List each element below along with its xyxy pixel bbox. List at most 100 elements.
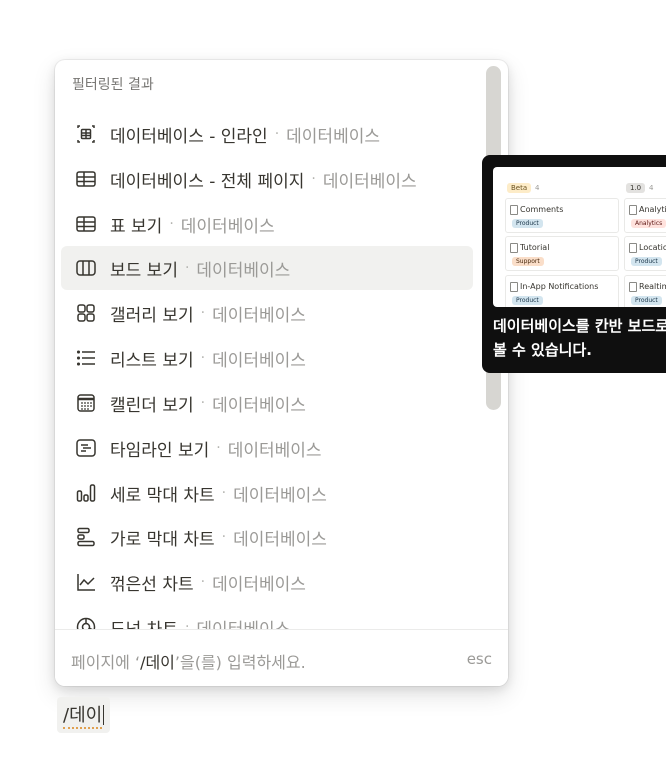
calendar-icon bbox=[74, 391, 98, 415]
item-subtitle: 데이터베이스 bbox=[286, 126, 380, 147]
preview-card-tag: Analytics bbox=[631, 219, 666, 228]
preview-card-title: Comments bbox=[520, 205, 564, 214]
menu-item-list-view[interactable]: 리스트 보기 · 데이터베이스 bbox=[61, 336, 473, 380]
item-title: 가로 막대 차트 bbox=[110, 529, 215, 550]
hint-prefix: 페이지에 ‘ bbox=[71, 653, 141, 672]
menu-item-horizontal-bar-chart[interactable]: 가로 막대 차트 · 데이터베이스 bbox=[61, 515, 473, 559]
line-chart-icon bbox=[74, 570, 98, 594]
separator-dot: · bbox=[200, 305, 206, 321]
item-title: 꺾은선 차트 bbox=[110, 574, 194, 595]
item-subtitle: 데이터베이스 bbox=[196, 260, 291, 281]
item-subtitle: 데이터베이스 bbox=[196, 615, 290, 630]
menu-item-donut-chart[interactable]: 도넛 차트 · 데이터베이스 bbox=[61, 605, 473, 629]
separator-dot: · bbox=[184, 619, 190, 629]
menu-item-vertical-bar-chart[interactable]: 세로 막대 차트 · 데이터베이스 bbox=[61, 471, 473, 515]
preview-card-title: Tutorial bbox=[520, 243, 550, 252]
separator-dot: · bbox=[221, 485, 227, 501]
preview-card: In-App Notifications Product bbox=[505, 275, 619, 307]
slash-command-menu: 필터링된 결과 데이터베이스 - 인라인 · 데이터베이스 데이터베이스 - 전… bbox=[55, 60, 508, 686]
preview-card: Tutorial Support bbox=[505, 236, 619, 271]
list-icon bbox=[74, 346, 98, 370]
item-title: 데이터베이스 - 전체 페이지 bbox=[110, 171, 305, 192]
inline-database-icon bbox=[74, 122, 98, 146]
item-title: 보드 보기 bbox=[110, 260, 178, 281]
preview-card-title: Location bbox=[639, 243, 666, 252]
table-icon bbox=[74, 212, 98, 236]
item-subtitle: 데이터베이스 bbox=[212, 350, 306, 371]
item-subtitle: 데이터베이스 bbox=[180, 216, 275, 237]
item-subtitle: 데이터베이스 bbox=[212, 305, 306, 326]
hint-suffix: ’을(를) 입력하세요. bbox=[174, 653, 306, 672]
tooltip-caption: 데이터베이스를 칸반 보드로 볼 수 있습니다. bbox=[493, 317, 666, 359]
typed-text: /데이 bbox=[63, 701, 103, 729]
page-icon bbox=[629, 243, 637, 253]
item-title: 리스트 보기 bbox=[110, 350, 194, 371]
item-subtitle: 데이터베이스 bbox=[212, 574, 306, 595]
menu-item-gallery-view[interactable]: 갤러리 보기 · 데이터베이스 bbox=[61, 291, 473, 335]
item-title: 타임라인 보기 bbox=[110, 440, 210, 461]
vertical-bar-chart-icon bbox=[74, 481, 98, 505]
menu-item-line-chart[interactable]: 꺾은선 차트 · 데이터베이스 bbox=[61, 560, 473, 604]
item-subtitle: 데이터베이스 bbox=[233, 485, 327, 506]
separator-dot: · bbox=[311, 171, 316, 187]
esc-button[interactable]: esc bbox=[467, 650, 492, 668]
preview-card-title: In-App Notifications bbox=[520, 282, 599, 291]
menu-item-table-view[interactable]: 표 보기 · 데이터베이스 bbox=[61, 202, 473, 246]
item-title: 세로 막대 차트 bbox=[110, 485, 215, 506]
item-subtitle: 데이터베이스 bbox=[322, 171, 417, 192]
separator-dot: · bbox=[200, 395, 206, 411]
item-subtitle: 데이터베이스 bbox=[227, 440, 322, 461]
preview-card-tag: Product bbox=[512, 219, 543, 228]
preview-card-title: Realtime bbox=[639, 282, 666, 291]
preview-card-tag: Product bbox=[512, 296, 543, 305]
preview-card: Analytics Analytics bbox=[624, 198, 666, 233]
preview-column-tag: 1.0 bbox=[626, 183, 646, 193]
preview-card-tag: Product bbox=[631, 296, 662, 305]
item-title: 갤러리 보기 bbox=[110, 305, 194, 326]
table-icon bbox=[74, 167, 98, 191]
hint-query: /데이 bbox=[140, 653, 175, 672]
menu-item-board-view[interactable]: 보드 보기 · 데이터베이스 bbox=[61, 246, 473, 290]
menu-item-timeline-view[interactable]: 타임라인 보기 · 데이터베이스 bbox=[61, 426, 473, 470]
text-caret bbox=[103, 705, 105, 725]
preview-card: Realtime Product bbox=[624, 275, 666, 307]
footer-hint: 페이지에 ‘/데이’을(를) 입력하세요. bbox=[71, 649, 306, 673]
donut-chart-icon bbox=[74, 615, 98, 629]
preview-card-title: Analytics bbox=[639, 205, 666, 214]
separator-dot: · bbox=[216, 440, 221, 456]
board-view-preview-tooltip: Beta 4 1.0 4 Comments Product Analytics … bbox=[482, 155, 666, 373]
item-title: 캘린더 보기 bbox=[110, 395, 194, 416]
menu-item-database-inline[interactable]: 데이터베이스 - 인라인 · 데이터베이스 bbox=[61, 112, 473, 156]
separator-dot: · bbox=[200, 574, 206, 590]
page-icon bbox=[629, 282, 637, 292]
separator-dot: · bbox=[200, 350, 206, 366]
preview-column-count: 4 bbox=[649, 184, 654, 192]
menu-item-database-fullpage[interactable]: 데이터베이스 - 전체 페이지 · 데이터베이스 bbox=[61, 157, 473, 201]
section-label: 필터링된 결과 bbox=[72, 77, 154, 93]
item-subtitle: 데이터베이스 bbox=[233, 529, 327, 550]
separator-dot: · bbox=[274, 126, 280, 142]
preview-column-tag: Beta bbox=[507, 183, 532, 193]
preview-column-count: 4 bbox=[535, 184, 540, 192]
editor-typed-text[interactable]: /데이 bbox=[57, 697, 111, 733]
horizontal-bar-chart-icon bbox=[74, 525, 98, 549]
item-title: 데이터베이스 - 인라인 bbox=[110, 126, 268, 147]
preview-card: Comments Product bbox=[505, 198, 619, 233]
page-icon bbox=[510, 282, 518, 292]
preview-card: Location Product bbox=[624, 236, 666, 271]
separator-dot: · bbox=[184, 260, 190, 276]
menu-footer: 페이지에 ‘/데이’을(를) 입력하세요. esc bbox=[55, 629, 508, 686]
preview-card-tag: Product bbox=[631, 257, 662, 266]
separator-dot: · bbox=[169, 216, 174, 232]
item-title: 표 보기 bbox=[110, 216, 163, 237]
separator-dot: · bbox=[221, 529, 227, 545]
board-icon bbox=[74, 256, 98, 280]
menu-items: 데이터베이스 - 인라인 · 데이터베이스 데이터베이스 - 전체 페이지 · … bbox=[55, 105, 485, 629]
board-preview-image: Beta 4 1.0 4 Comments Product Analytics … bbox=[493, 167, 666, 307]
timeline-icon bbox=[74, 436, 98, 460]
page-icon bbox=[629, 205, 637, 215]
menu-item-calendar-view[interactable]: 캘린더 보기 · 데이터베이스 bbox=[61, 381, 473, 425]
item-title: 도넛 차트 bbox=[110, 615, 178, 630]
preview-card-tag: Support bbox=[512, 257, 544, 266]
item-subtitle: 데이터베이스 bbox=[212, 395, 306, 416]
